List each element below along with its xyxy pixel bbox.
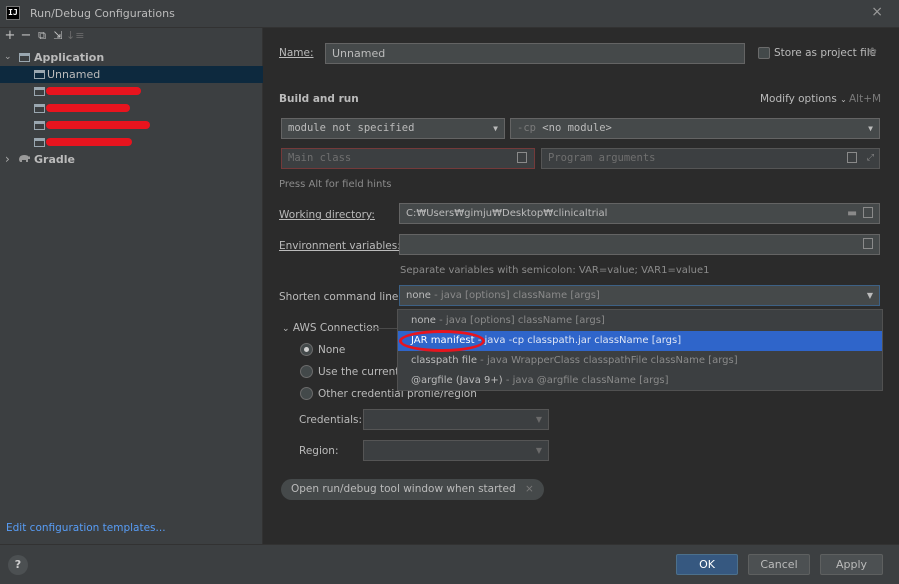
application-icon — [19, 53, 30, 62]
dropdown-arrow-icon: ▼ — [868, 124, 873, 133]
chevron-down-icon[interactable]: ⌄ — [4, 49, 12, 66]
environment-variables-input[interactable] — [399, 234, 880, 255]
working-directory-label: Working directory: — [279, 209, 375, 221]
redaction-mark — [46, 121, 150, 129]
sidebar-toolbar: + − ⧉ ⇲ ↓≡ — [2, 29, 85, 45]
folder-icon[interactable]: ▬ — [847, 204, 857, 223]
open-tool-window-chip[interactable]: Open run/debug tool window when started … — [281, 479, 544, 500]
tree-label-gradle: Gradle — [34, 153, 75, 166]
ok-button[interactable]: OK — [676, 554, 738, 575]
program-arguments-input[interactable]: Program arguments ⤢ — [541, 148, 880, 169]
add-icon[interactable]: + — [2, 29, 18, 45]
credentials-label: Credentials: — [299, 414, 363, 426]
tree-node-unnamed[interactable]: Unnamed — [0, 66, 263, 83]
shorten-command-line-label: Shorten command line: — [279, 291, 402, 303]
main-class-input[interactable]: Main class — [281, 148, 535, 169]
gradle-elephant-icon — [18, 151, 31, 168]
browse-class-icon[interactable] — [517, 152, 527, 163]
aws-none-label: None — [318, 344, 346, 356]
configurations-sidebar: + − ⧉ ⇲ ↓≡ ⌄ Application Unnamed › Gradl… — [0, 28, 263, 544]
shorten-command-line-dropdown: none - java [options] className [args] J… — [397, 309, 883, 391]
dropdown-arrow-icon: ▼ — [535, 415, 542, 424]
application-config-icon — [34, 138, 45, 147]
dropdown-option-argfile[interactable]: @argfile (Java 9+) - java @argfile class… — [398, 371, 882, 391]
modify-options-shortcut: Alt+M — [849, 93, 882, 105]
dropdown-option-classpath-file[interactable]: classpath file - java WrapperClass class… — [398, 351, 882, 371]
window-title: Run/Debug Configurations — [30, 7, 175, 20]
copy-icon[interactable]: ⧉ — [34, 29, 50, 45]
cancel-button[interactable]: Cancel — [748, 554, 810, 575]
expand-arrows-icon[interactable]: ⤢ — [867, 149, 874, 168]
tree-node-redacted[interactable] — [0, 83, 263, 100]
tree-node-redacted[interactable] — [0, 134, 263, 151]
shorten-command-line-select[interactable]: none - java [options] className [args] ▼ — [399, 285, 880, 306]
application-config-icon — [34, 70, 45, 79]
edit-variables-icon[interactable] — [863, 238, 873, 249]
help-button[interactable]: ? — [8, 555, 28, 575]
redaction-mark — [46, 104, 130, 112]
credentials-select[interactable]: ▼ — [363, 409, 549, 430]
section-divider — [364, 328, 400, 329]
name-label: Name: — [279, 47, 314, 59]
aws-use-current-label: Use the currently — [318, 366, 409, 378]
tree-node-redacted[interactable] — [0, 117, 263, 134]
annotation-highlight-ellipse — [399, 330, 485, 352]
module-select[interactable]: module not specified ▼ — [281, 118, 505, 139]
chevron-down-icon: ⌄ — [282, 324, 290, 334]
alt-field-hints-text: Press Alt for field hints — [279, 179, 392, 190]
redaction-mark — [46, 87, 141, 95]
dropdown-arrow-icon: ▼ — [535, 446, 542, 455]
close-icon[interactable]: × — [871, 4, 883, 20]
title-bar: IJ Run/Debug Configurations × — [0, 0, 899, 28]
environment-variables-hint: Separate variables with semicolon: VAR=v… — [400, 265, 710, 276]
application-config-icon — [34, 87, 45, 96]
aws-other-profile-radio[interactable] — [300, 387, 313, 400]
configuration-tree: ⌄ Application Unnamed › Gradle — [0, 49, 263, 168]
edit-configuration-templates-link[interactable]: Edit configuration templates... — [6, 522, 166, 534]
chevron-down-icon: ⌄ — [840, 95, 847, 104]
dropdown-arrow-icon: ▼ — [493, 124, 498, 133]
aws-use-current-radio[interactable] — [300, 365, 313, 378]
expand-editor-icon[interactable] — [847, 152, 857, 163]
name-input[interactable]: Unnamed — [325, 43, 745, 64]
macros-icon[interactable] — [863, 207, 873, 218]
environment-variables-label: Environment variables: — [279, 240, 401, 252]
tree-label-unnamed: Unnamed — [47, 68, 101, 81]
redaction-mark — [46, 138, 132, 146]
tree-node-redacted[interactable] — [0, 100, 263, 117]
intellij-logo-icon: IJ — [6, 6, 20, 20]
store-as-project-file-label: Store as project file — [774, 47, 877, 59]
aws-none-radio[interactable] — [300, 343, 313, 356]
dropdown-arrow-icon: ▼ — [866, 291, 873, 300]
configuration-editor: Name: Unnamed Store as project file ✿ Bu… — [264, 28, 899, 544]
tree-label-application: Application — [34, 51, 105, 64]
gear-icon[interactable]: ✿ — [868, 46, 877, 58]
chevron-right-icon[interactable]: › — [5, 151, 10, 168]
application-config-icon — [34, 104, 45, 113]
apply-button[interactable]: Apply — [820, 554, 883, 575]
modify-options-link[interactable]: Modify options ⌄ — [760, 93, 847, 105]
region-label: Region: — [299, 445, 339, 457]
dropdown-option-none[interactable]: none - java [options] className [args] — [398, 311, 882, 331]
sort-icon[interactable]: ↓≡ — [66, 29, 84, 45]
store-as-project-file-checkbox[interactable] — [758, 47, 770, 59]
working-directory-input[interactable]: C:₩Users₩gimju₩Desktop₩clinicaltrial ▬ — [399, 203, 880, 224]
remove-icon[interactable]: − — [18, 29, 34, 45]
application-config-icon — [34, 121, 45, 130]
close-icon[interactable]: × — [525, 483, 534, 495]
region-select[interactable]: ▼ — [363, 440, 549, 461]
tree-node-gradle[interactable]: › Gradle — [0, 151, 263, 168]
build-and-run-title: Build and run — [279, 93, 359, 105]
tree-node-application[interactable]: ⌄ Application — [0, 49, 263, 66]
classpath-select[interactable]: -cp <no module> ▼ — [510, 118, 880, 139]
move-to-folder-icon[interactable]: ⇲ — [50, 29, 66, 45]
dialog-footer: ? OK Cancel Apply — [0, 544, 899, 584]
